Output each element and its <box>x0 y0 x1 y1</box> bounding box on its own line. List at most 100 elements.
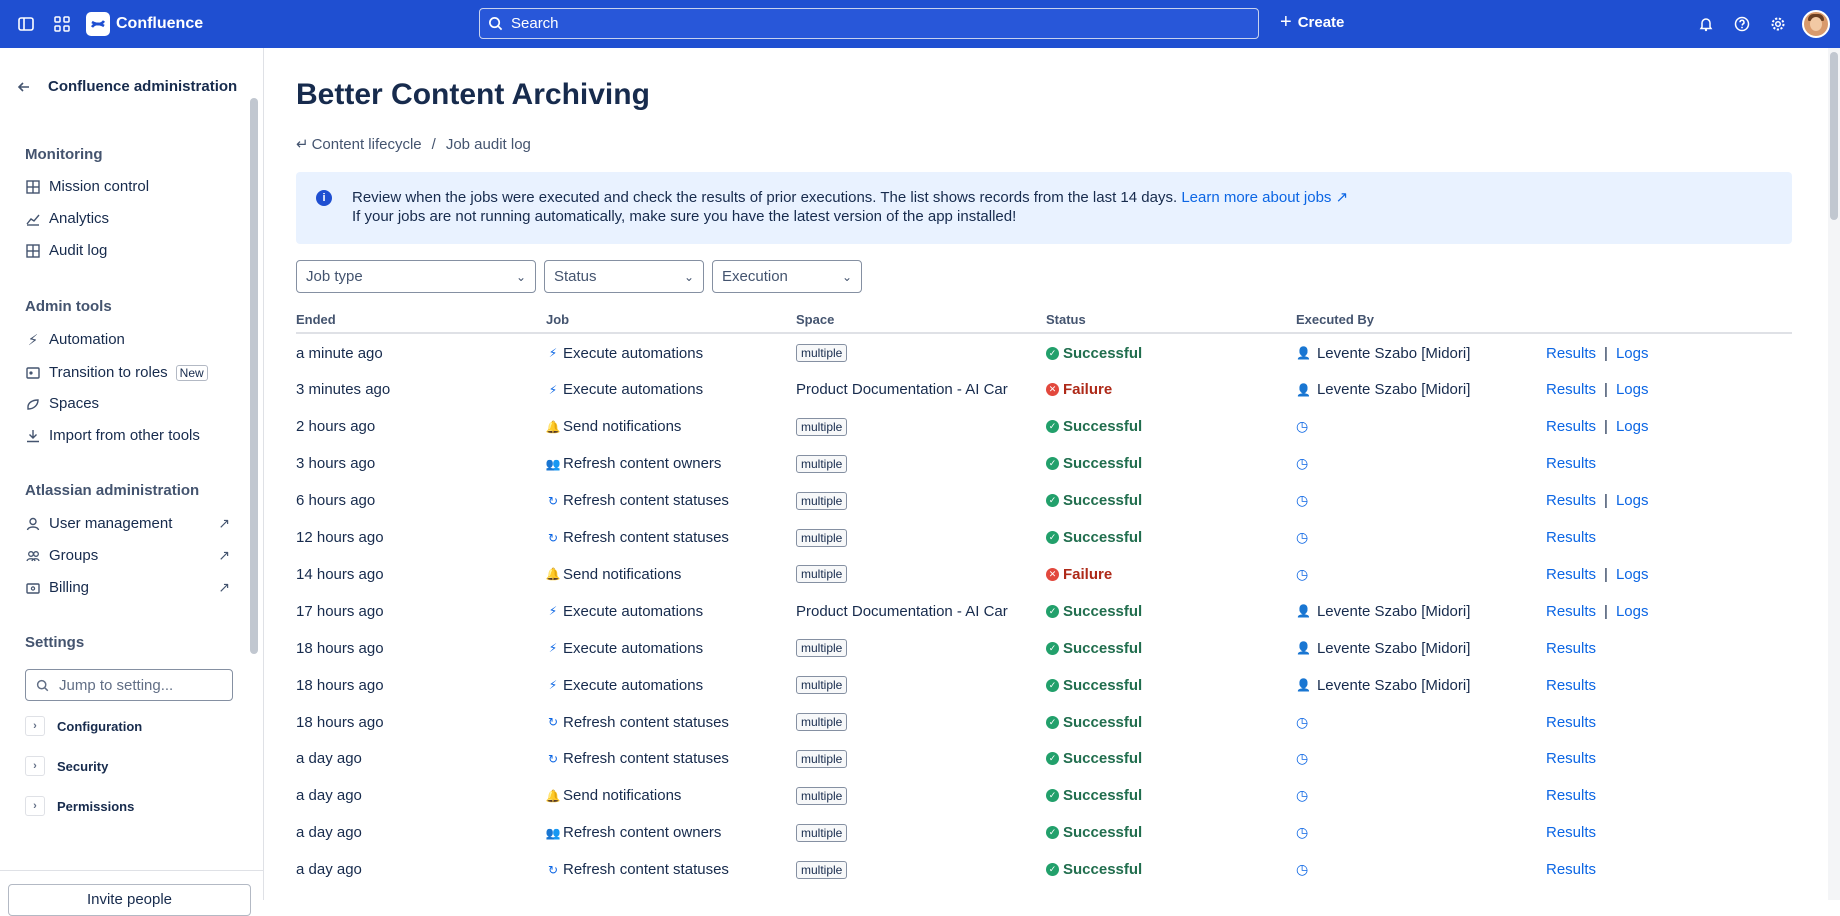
col-job[interactable]: Job <box>546 312 569 327</box>
confluence-logo[interactable]: Confluence <box>86 12 203 36</box>
sidebar-item-analytics[interactable]: Analytics <box>25 210 230 227</box>
search-placeholder: Search <box>511 15 559 32</box>
results-link[interactable]: Results <box>1546 566 1596 583</box>
cell-executed-by: ◷ <box>1296 485 1308 517</box>
multiple-spaces-badge: multiple <box>796 344 848 362</box>
table-row: 3 minutes ago ⚡ Execute automations Product… <box>296 374 1792 406</box>
chevron-right-icon: › <box>25 716 45 736</box>
cell-ended: 6 hours ago <box>296 492 376 510</box>
results-link[interactable]: Results <box>1546 418 1596 435</box>
admin-sidebar: Confluence administration Monitoring Mis… <box>0 48 264 916</box>
cell-executed-by: ◷ <box>1296 448 1308 480</box>
settings-search-placeholder: Jump to setting... <box>59 676 174 694</box>
link-separator: | <box>1604 492 1608 510</box>
results-link[interactable]: Results <box>1546 824 1596 841</box>
multiple-spaces-badge: multiple <box>796 528 848 547</box>
results-link[interactable]: Results <box>1546 345 1596 362</box>
status-filter[interactable]: Status ⌄ <box>544 260 704 293</box>
job-type-icon: 🔔 <box>545 567 561 582</box>
results-link[interactable]: Results <box>1546 529 1596 546</box>
job-name: Send notifications <box>563 787 682 805</box>
sidebar-item-groups[interactable]: Groups ↗ <box>25 547 230 564</box>
job-type-filter[interactable]: Job type ⌄ <box>296 260 536 293</box>
help-icon[interactable] <box>1730 12 1754 36</box>
person-icon <box>25 516 41 532</box>
sidebar-item-audit-log[interactable]: Audit log <box>25 242 230 259</box>
breadcrumb-content-lifecycle[interactable]: Content lifecycle <box>312 136 422 153</box>
breadcrumb-job-audit-log[interactable]: Job audit log <box>446 136 531 153</box>
execution-filter[interactable]: Execution ⌄ <box>712 260 862 293</box>
results-link[interactable]: Results <box>1546 603 1596 620</box>
error-circle-icon: ✕ <box>1046 567 1059 581</box>
check-circle-icon: ✓ <box>1046 826 1059 840</box>
user-icon: 👤 <box>1296 678 1311 693</box>
col-executed-by[interactable]: Executed By <box>1296 312 1374 327</box>
cell-space: multiple <box>796 706 848 738</box>
results-link[interactable]: Results <box>1546 861 1596 878</box>
return-icon: ↵ <box>296 136 309 153</box>
notifications-icon[interactable] <box>1694 12 1718 36</box>
job-type-icon: 👥 <box>545 825 561 840</box>
cell-job: 🔔 Send notifications <box>545 558 682 590</box>
cell-space: multiple <box>796 337 848 369</box>
sidebar-item-label: Analytics <box>49 210 110 227</box>
col-ended[interactable]: Ended <box>296 312 336 327</box>
sidebar-item-user-management[interactable]: User management ↗ <box>25 515 230 532</box>
check-circle-icon: ✓ <box>1046 457 1059 471</box>
sidebar-item-mission-control[interactable]: Mission control <box>25 178 230 195</box>
cell-space: multiple <box>796 817 848 849</box>
cell-actions: Results | Logs <box>1546 411 1648 443</box>
results-link[interactable]: Results <box>1546 787 1596 804</box>
section-settings: Settings <box>25 634 85 651</box>
job-type-icon: ↻ <box>547 862 559 877</box>
learn-more-link[interactable]: Learn more about jobs ↗ <box>1181 189 1348 206</box>
main-content: Better Content Archiving ↵ Content lifec… <box>264 48 1840 900</box>
search-input[interactable]: Search <box>479 8 1259 39</box>
job-name: Refresh content owners <box>563 824 722 842</box>
status-badge: ✕ Failure <box>1046 381 1112 398</box>
col-space[interactable]: Space <box>796 312 834 327</box>
logs-link[interactable]: Logs <box>1616 492 1649 509</box>
settings-section-configuration[interactable]: › Configuration <box>25 716 142 736</box>
create-button[interactable]: + Create <box>1280 12 1344 32</box>
status-badge: ✓ Successful <box>1046 750 1142 767</box>
results-link[interactable]: Results <box>1546 640 1596 657</box>
back-to-admin[interactable]: Confluence administration <box>16 78 237 95</box>
sidebar-item-import[interactable]: Import from other tools <box>25 427 230 444</box>
status-badge: ✓ Successful <box>1046 640 1142 657</box>
main-scrollbar[interactable] <box>1828 48 1840 900</box>
job-name: Refresh content statuses <box>563 713 729 731</box>
settings-gear-icon[interactable] <box>1766 12 1790 36</box>
results-link[interactable]: Results <box>1546 381 1596 398</box>
job-type-icon: ⚡ <box>548 604 558 619</box>
col-status[interactable]: Status <box>1046 312 1086 327</box>
sidebar-item-automation[interactable]: ⚡ Automation <box>25 331 230 349</box>
sidebar-item-spaces[interactable]: Spaces <box>25 395 230 412</box>
cell-actions: Results | Logs <box>1546 485 1648 517</box>
settings-section-security[interactable]: › Security <box>25 756 108 776</box>
results-link[interactable]: Results <box>1546 750 1596 767</box>
sidebar-item-transition-to-roles[interactable]: Transition to roles New <box>25 364 230 381</box>
info-icon: i <box>316 190 332 206</box>
sidebar-toggle-icon[interactable] <box>14 12 38 36</box>
settings-search-input[interactable]: Jump to setting... <box>25 669 233 701</box>
sidebar-scrollbar[interactable] <box>250 98 258 654</box>
cell-executed-by: ◷ <box>1296 522 1308 554</box>
logs-link[interactable]: Logs <box>1616 345 1649 362</box>
app-switcher-icon[interactable] <box>50 12 74 36</box>
results-link[interactable]: Results <box>1546 492 1596 509</box>
user-avatar[interactable] <box>1802 10 1830 38</box>
billing-icon <box>25 580 41 596</box>
logs-link[interactable]: Logs <box>1616 418 1649 435</box>
invite-people-button[interactable]: Invite people <box>8 884 251 916</box>
logs-link[interactable]: Logs <box>1616 381 1649 398</box>
logs-link[interactable]: Logs <box>1616 603 1649 620</box>
logs-link[interactable]: Logs <box>1616 566 1649 583</box>
results-link[interactable]: Results <box>1546 455 1596 472</box>
scheduled-clock-icon: ◷ <box>1296 713 1309 730</box>
settings-section-permissions[interactable]: › Permissions <box>25 796 134 816</box>
results-link[interactable]: Results <box>1546 677 1596 694</box>
sidebar-item-billing[interactable]: Billing ↗ <box>25 579 230 596</box>
results-link[interactable]: Results <box>1546 714 1596 731</box>
cell-job: ⚡ Execute automations <box>546 337 703 369</box>
